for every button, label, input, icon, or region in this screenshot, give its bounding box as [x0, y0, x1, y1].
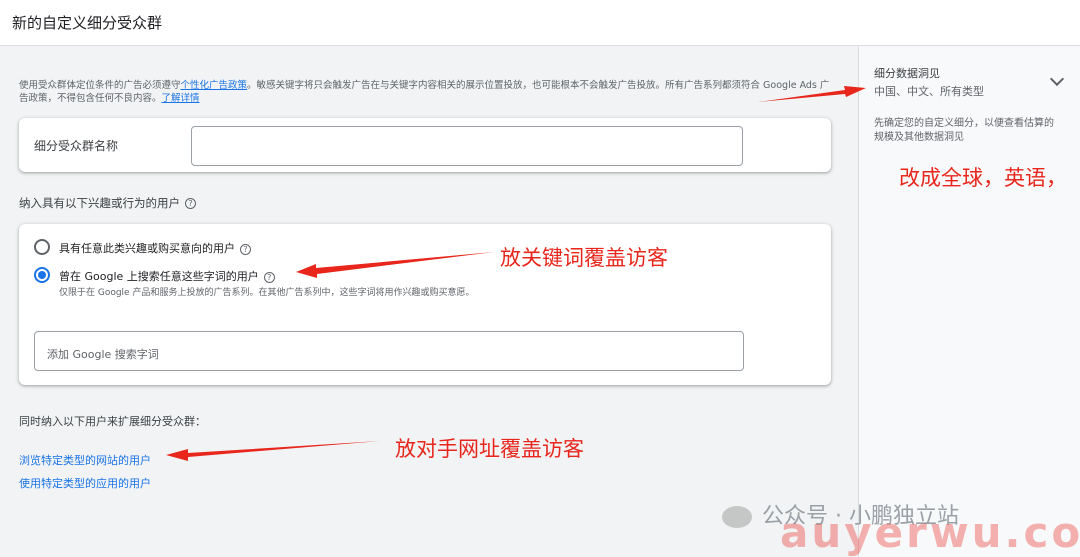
chevron-down-icon[interactable]: [1049, 71, 1065, 87]
annotation-global-english: 改成全球，英语，: [899, 166, 1067, 190]
segment-name-card: 细分受众群名称: [19, 118, 831, 172]
include-label-text: 纳入具有以下兴趣或行为的用户: [19, 196, 180, 210]
radio-interest-option[interactable]: [34, 239, 50, 255]
include-section-label: 纳入具有以下兴趣或行为的用户?: [19, 195, 196, 211]
main-panel: 使用受众群体定位条件的广告必须遵守个性化广告政策。敏感关键字将只会触发广告在与关…: [0, 46, 858, 557]
page-title: 新的自定义细分受众群: [12, 14, 163, 32]
interest-option: 具有任意此类兴趣或购买意向的用户?: [59, 240, 251, 256]
search-option-subtext: 仅限于在 Google 产品和服务上投放的广告系列。在其他广告系列中，这些字词将…: [59, 288, 475, 298]
segment-name-label: 细分受众群名称: [34, 139, 119, 153]
insights-description: 先确定您的自定义细分，以便查看估算的规模及其他数据洞见: [874, 118, 1054, 143]
header: 新的自定义细分受众群: [0, 0, 1080, 46]
websites-users-link[interactable]: 浏览特定类型的网站的用户: [19, 452, 151, 468]
help-icon[interactable]: ?: [240, 243, 251, 255]
apps-users-link[interactable]: 使用特定类型的应用的用户: [19, 475, 151, 491]
help-icon[interactable]: ?: [185, 198, 196, 209]
help-icon[interactable]: ?: [263, 271, 275, 283]
watermark-domain: auyerwu.com: [780, 508, 1080, 557]
search-terms-input[interactable]: 添加 Google 搜索字词: [34, 331, 744, 371]
radio-search-option[interactable]: [34, 267, 50, 283]
learn-more-link[interactable]: 了解详情: [162, 93, 200, 104]
notice-text: 使用受众群体定位条件的广告必须遵守: [19, 80, 181, 91]
insights-value: 中国、中文、所有类型: [874, 85, 984, 98]
expand-section-label: 同时纳入以下用户来扩展细分受众群：: [19, 415, 206, 428]
include-options-card: 具有任意此类兴趣或购买意向的用户? 曾在 Google 上搜索任意这些字词的用户…: [19, 224, 831, 385]
insights-title: 细分数据洞见: [874, 67, 940, 80]
annotation-competitor-urls: 放对手网址覆盖访客: [395, 437, 584, 461]
insights-panel: 细分数据洞见 中国、中文、所有类型 先确定您的自定义细分，以便查看估算的规模及其…: [858, 46, 1080, 557]
wechat-icon: [722, 506, 752, 528]
segment-name-input[interactable]: [191, 126, 743, 166]
interest-option-label: 具有任意此类兴趣或购买意向的用户: [59, 242, 235, 255]
search-option: 曾在 Google 上搜索任意这些字词的用户?: [59, 268, 275, 284]
annotation-keywords: 放关键词覆盖访客: [500, 246, 668, 270]
policy-notice: 使用受众群体定位条件的广告必须遵守个性化广告政策。敏感关键字将只会触发广告在与关…: [19, 79, 834, 105]
search-option-label: 曾在 Google 上搜索任意这些字词的用户: [59, 270, 259, 283]
personalized-ads-policy-link[interactable]: 个性化广告政策: [181, 80, 248, 91]
